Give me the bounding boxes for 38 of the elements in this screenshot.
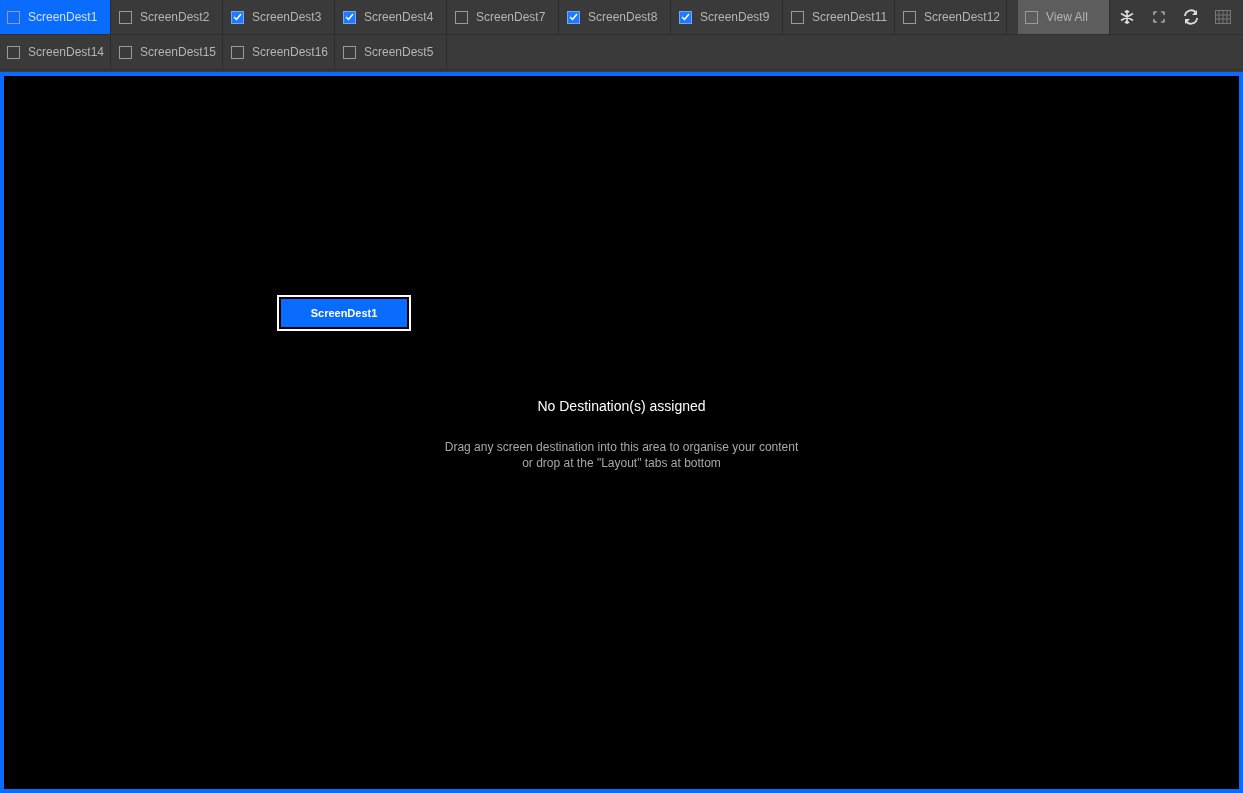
checkbox[interactable]	[231, 45, 244, 59]
tab-label: ScreenDest5	[364, 44, 434, 61]
checkbox[interactable]	[119, 10, 132, 24]
checkbox[interactable]	[343, 45, 356, 59]
tab-label: ScreenDest4	[364, 9, 434, 26]
snowflake-icon	[1119, 9, 1135, 25]
empty-title: No Destination(s) assigned	[536, 397, 707, 416]
drag-preview[interactable]: ScreenDest1	[277, 295, 411, 331]
checkbox[interactable]	[791, 10, 804, 24]
checkbox[interactable]	[119, 45, 132, 59]
tab-label: ScreenDest14	[28, 44, 105, 61]
tab-label: ScreenDest16	[252, 44, 329, 61]
grid-icon	[1215, 10, 1231, 24]
checkbox[interactable]	[231, 10, 244, 24]
tab-label: ScreenDest15	[140, 44, 217, 61]
checkbox[interactable]	[7, 45, 20, 59]
checkbox[interactable]	[343, 10, 356, 24]
tab-label: ScreenDest3	[252, 9, 322, 26]
checkbox[interactable]	[455, 10, 468, 24]
tab-label: ScreenDest8	[588, 9, 658, 26]
tab-label: ScreenDest12	[924, 9, 1001, 26]
checkbox[interactable]	[1025, 10, 1038, 24]
checkbox[interactable]	[679, 10, 692, 24]
tab-label: ScreenDest9	[700, 9, 770, 26]
hint-text: or drop at the "Layout" tabs at bottom	[521, 455, 722, 471]
toggle-label: View All	[1046, 9, 1088, 26]
tab-label: ScreenDest11	[812, 9, 888, 26]
fullscreen-icon	[1153, 11, 1165, 23]
checkbox[interactable]	[7, 10, 20, 24]
checkbox[interactable]	[903, 10, 916, 24]
screen-tab[interactable]: ScreenDest1	[0, 0, 111, 34]
tab-label: ScreenDest2	[140, 9, 210, 26]
view-all-toggle[interactable]: View All	[1018, 0, 1110, 34]
tab-label: ScreenDest1	[28, 9, 98, 26]
tab-label: ScreenDest7	[476, 9, 546, 26]
hint-text: Drag any screen destination into this area to organise your content	[443, 439, 800, 455]
refresh-icon	[1182, 8, 1200, 26]
checkbox[interactable]	[567, 10, 580, 24]
